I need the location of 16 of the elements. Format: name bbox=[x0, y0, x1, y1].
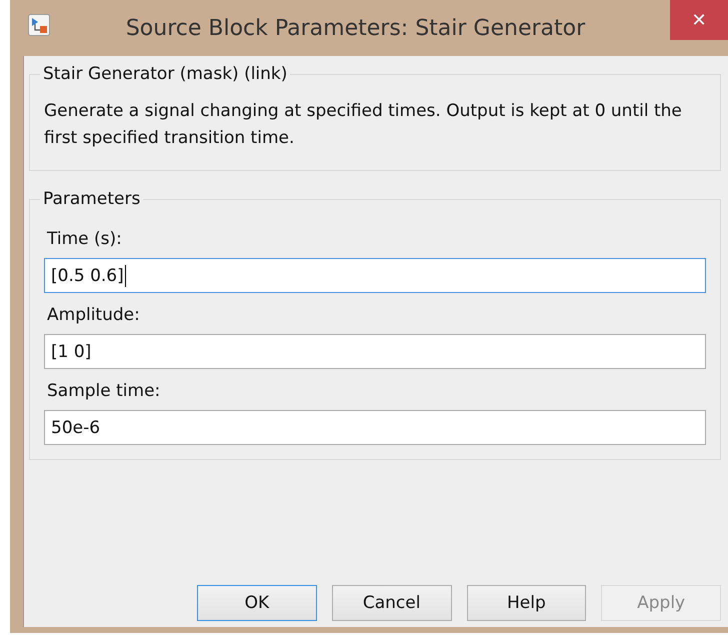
group-title: Stair Generator (mask) (link) bbox=[42, 64, 288, 84]
field-label: Time (s): bbox=[47, 229, 123, 249]
dialog-button[interactable]: Cancel bbox=[332, 585, 452, 621]
description-text: Generate a signal changing at specified times. Output is kept at 0 until the first specified transition time. bbox=[44, 100, 683, 150]
app-icon bbox=[28, 14, 50, 36]
input-field[interactable]: 50e-6 bbox=[44, 410, 706, 445]
dialog-button[interactable]: OK bbox=[197, 585, 317, 621]
field-label: Amplitude: bbox=[47, 305, 141, 325]
close-button[interactable]: ✕ bbox=[670, 0, 728, 40]
group-title: Parameters bbox=[42, 189, 142, 209]
field-label: Sample time: bbox=[47, 381, 162, 401]
text-cursor bbox=[124, 264, 126, 286]
input-field[interactable]: [1 0] bbox=[44, 334, 706, 369]
input-field[interactable]: [0.5 0.6] bbox=[44, 258, 706, 293]
window-title: Source Block Parameters: Stair Generator bbox=[126, 16, 586, 40]
dialog-button[interactable]: Help bbox=[466, 585, 586, 621]
